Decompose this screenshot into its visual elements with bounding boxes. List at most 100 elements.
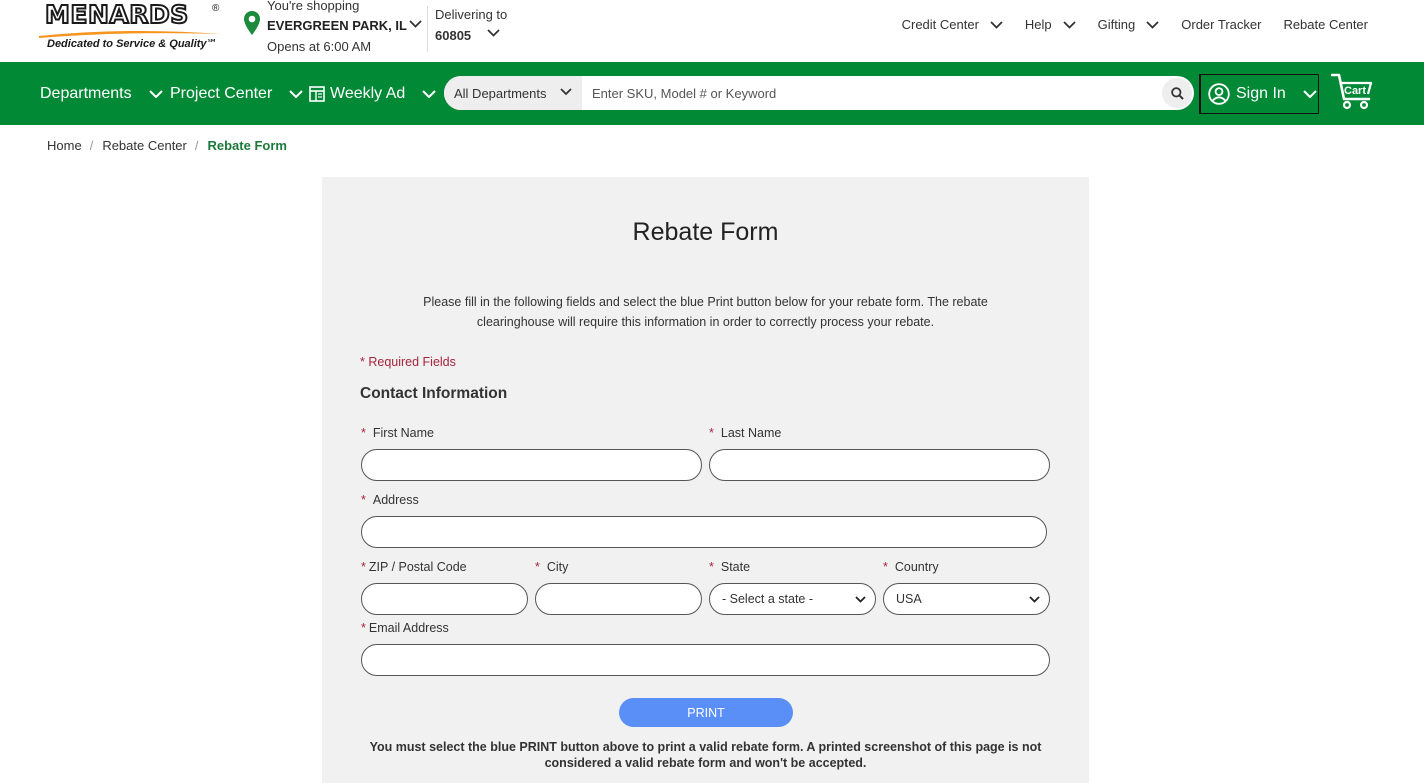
required-asterisk: *: [709, 560, 714, 574]
help-label: Help: [1024, 17, 1052, 32]
country-select-value: USA: [896, 592, 922, 606]
country-label: * Country: [883, 560, 939, 574]
breadcrumb-current: Rebate Form: [207, 138, 287, 153]
search-button[interactable]: [1162, 78, 1192, 108]
chevron-down-icon[interactable]: [409, 20, 422, 28]
zip-label-text: ZIP / Postal Code: [368, 560, 467, 574]
user-icon: [1208, 83, 1230, 105]
required-asterisk: *: [361, 493, 366, 507]
first-name-field[interactable]: [361, 449, 702, 481]
required-asterisk: *: [883, 560, 888, 574]
delivery-label: Delivering to: [435, 7, 508, 22]
first-name-label-text: First Name: [372, 426, 434, 440]
address-field[interactable]: [361, 516, 1047, 548]
weekly-ad-menu[interactable]: Weekly Ad: [309, 62, 437, 125]
help-link[interactable]: Help: [1025, 17, 1076, 32]
breadcrumb-rebate-center[interactable]: Rebate Center: [102, 138, 187, 153]
print-button[interactable]: PRINT: [619, 698, 793, 727]
sign-in-menu[interactable]: Sign In: [1199, 74, 1319, 114]
cart-button[interactable]: Cart: [1331, 72, 1373, 112]
weekly-ad-label: Weekly Ad: [330, 84, 406, 102]
required-asterisk: *: [535, 560, 540, 574]
divider: [427, 6, 428, 52]
last-name-field[interactable]: [709, 449, 1050, 481]
zip-field[interactable]: [361, 583, 528, 615]
chevron-down-icon: [855, 596, 866, 603]
logo-registered-mark: ®: [212, 3, 220, 14]
newspaper-icon: [309, 85, 325, 102]
page-title: Rebate Form: [632, 218, 779, 246]
search-icon: [1170, 86, 1184, 100]
menards-logo[interactable]: MENARDS ® Dedicated to Service & Quality…: [37, 0, 227, 58]
chevron-down-icon: [990, 20, 1003, 29]
project-center-menu[interactable]: Project Center: [170, 62, 303, 125]
breadcrumb-home[interactable]: Home: [47, 138, 82, 153]
state-select[interactable]: - Select a state -: [709, 583, 876, 615]
chevron-down-icon: [422, 89, 437, 98]
address-label: * Address: [361, 493, 419, 507]
required-asterisk: *: [361, 621, 366, 635]
cart-label: Cart: [1344, 85, 1367, 97]
required-asterisk: *: [361, 560, 366, 574]
state-label: * State: [709, 560, 750, 574]
zip-label: * ZIP / Postal Code: [361, 560, 467, 574]
search-bar: All Departments: [444, 76, 1194, 110]
breadcrumb-separator: /: [89, 138, 94, 153]
project-center-label: Project Center: [170, 84, 273, 102]
chevron-down-icon: [148, 89, 163, 98]
email-label-text: Email Address: [368, 621, 449, 635]
store-label: You're shopping: [267, 0, 360, 13]
department-select[interactable]: All Departments: [444, 76, 582, 110]
order-tracker-label: Order Tracker: [1181, 17, 1262, 32]
rebate-center-link[interactable]: Rebate Center: [1283, 17, 1368, 32]
country-select[interactable]: USA: [883, 583, 1050, 615]
breadcrumb-separator: /: [194, 138, 199, 153]
sign-in-label: Sign In: [1236, 85, 1286, 102]
rebate-form-panel: Rebate Form Please fill in the following…: [322, 177, 1089, 783]
city-label-text: City: [546, 560, 569, 574]
store-location: EVERGREEN PARK, IL: [267, 18, 407, 33]
print-warning: You must select the blue PRINT button ab…: [369, 740, 1042, 770]
gifting-label: Gifting: [1097, 17, 1136, 32]
chevron-down-icon: [1146, 20, 1159, 29]
required-fields-note: * Required Fields: [360, 355, 456, 369]
city-label: * City: [535, 560, 568, 574]
order-tracker-link[interactable]: Order Tracker: [1181, 17, 1261, 32]
chevron-down-icon: [1303, 90, 1317, 98]
search-input[interactable]: [582, 76, 1160, 110]
email-label: * Email Address: [361, 621, 449, 635]
chevron-down-icon: [289, 89, 303, 98]
last-name-label-text: Last Name: [720, 426, 782, 440]
email-field[interactable]: [361, 644, 1050, 676]
breadcrumb: Home / Rebate Center / Rebate Form: [47, 138, 287, 153]
required-asterisk: *: [709, 426, 714, 440]
chevron-down-icon: [1063, 20, 1076, 29]
credit-center-label: Credit Center: [901, 17, 979, 32]
credit-center-link[interactable]: Credit Center: [902, 17, 1003, 32]
rebate-center-label: Rebate Center: [1283, 17, 1368, 32]
store-hours: Opens at 6:00 AM: [267, 39, 372, 54]
utility-nav: Credit Center Help Gifting Order Tracker…: [880, 17, 1368, 32]
location-pin-icon: [244, 11, 260, 35]
departments-label: Departments: [40, 84, 132, 102]
gifting-link[interactable]: Gifting: [1098, 17, 1160, 32]
top-utility-bar: MENARDS ® Dedicated to Service & Quality…: [0, 0, 1424, 62]
departments-menu[interactable]: Departments: [40, 62, 163, 125]
state-select-value: - Select a state -: [722, 592, 814, 606]
city-field[interactable]: [535, 583, 702, 615]
last-name-label: * Last Name: [709, 426, 781, 440]
chevron-down-icon: [560, 88, 572, 96]
form-instructions: Please fill in the following fields and …: [423, 295, 988, 329]
chevron-down-icon[interactable]: [487, 29, 500, 37]
department-select-value: All Departments: [454, 85, 547, 101]
address-label-text: Address: [372, 493, 419, 507]
country-label-text: Country: [894, 560, 939, 574]
delivery-zip: 60805: [435, 28, 472, 43]
state-label-text: State: [720, 560, 751, 574]
required-asterisk: *: [361, 426, 366, 440]
contact-info-heading: Contact Information: [360, 385, 508, 402]
first-name-label: * First Name: [361, 426, 434, 440]
logo-wordmark: MENARDS: [44, 0, 189, 30]
chevron-down-icon: [1029, 596, 1040, 603]
main-nav-bar: Departments Project Center Weekly Ad All…: [0, 62, 1424, 125]
